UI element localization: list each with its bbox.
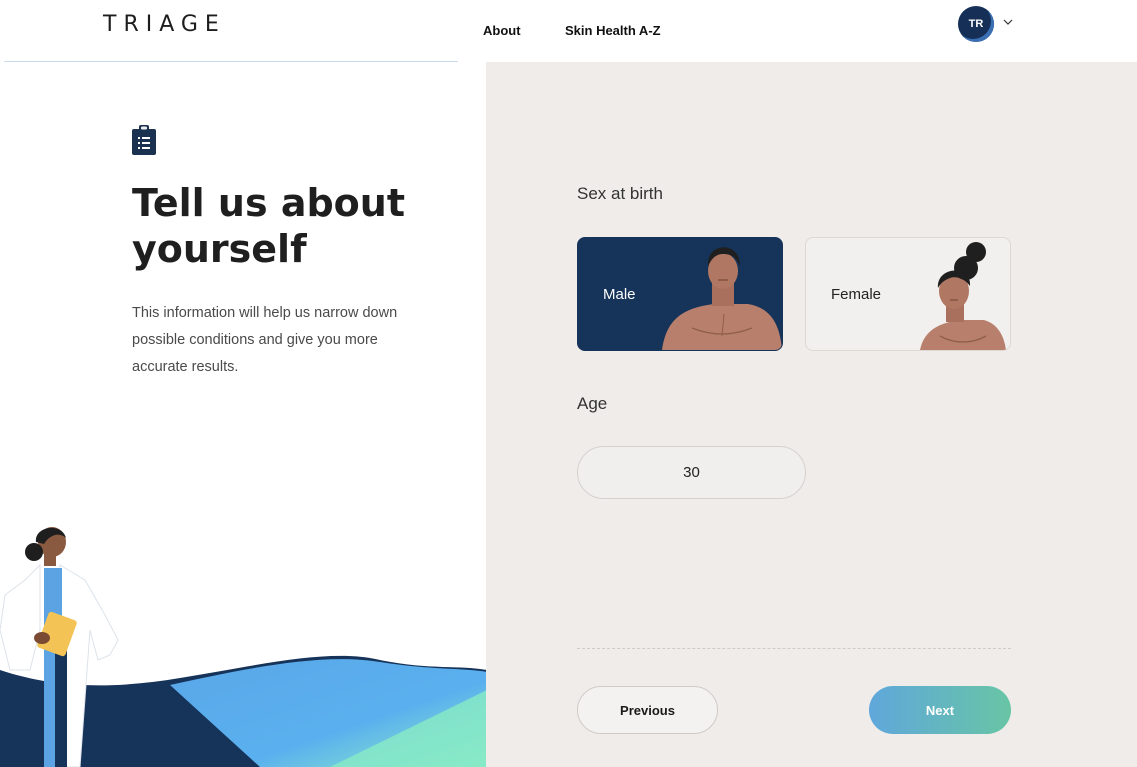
chevron-down-icon[interactable] — [1002, 16, 1014, 28]
clipboard-icon — [132, 125, 156, 155]
nav-link-skin-health[interactable]: Skin Health A-Z — [565, 23, 661, 38]
divider — [577, 648, 1011, 649]
sex-at-birth-label: Sex at birth — [577, 184, 663, 203]
previous-button[interactable]: Previous — [577, 686, 718, 734]
age-input[interactable] — [577, 446, 806, 499]
sex-option-label: Male — [603, 286, 636, 303]
male-figure-illustration — [662, 247, 782, 350]
female-figure-illustration — [920, 242, 1006, 350]
form-panel — [486, 62, 1137, 767]
sex-option-female[interactable]: Female — [805, 237, 1011, 351]
intro-description: This information will help us narrow dow… — [132, 305, 398, 375]
top-navigation-bar: TRIAGE About Skin Health A-Z TR — [0, 0, 1137, 62]
next-button[interactable]: Next — [869, 686, 1011, 734]
avatar[interactable]: TR — [958, 6, 994, 42]
avatar-initials: TR — [968, 18, 984, 30]
nav-link-about[interactable]: About — [483, 23, 521, 38]
sex-option-male[interactable]: Male — [577, 237, 783, 351]
triage-logo[interactable]: TRIAGE — [103, 12, 226, 37]
sex-option-label: Female — [831, 286, 882, 303]
user-menu[interactable]: TR — [958, 6, 1018, 42]
doctor-illustration — [0, 527, 487, 767]
page-title: Tell us about yourself — [132, 181, 405, 271]
age-label: Age — [577, 394, 608, 413]
